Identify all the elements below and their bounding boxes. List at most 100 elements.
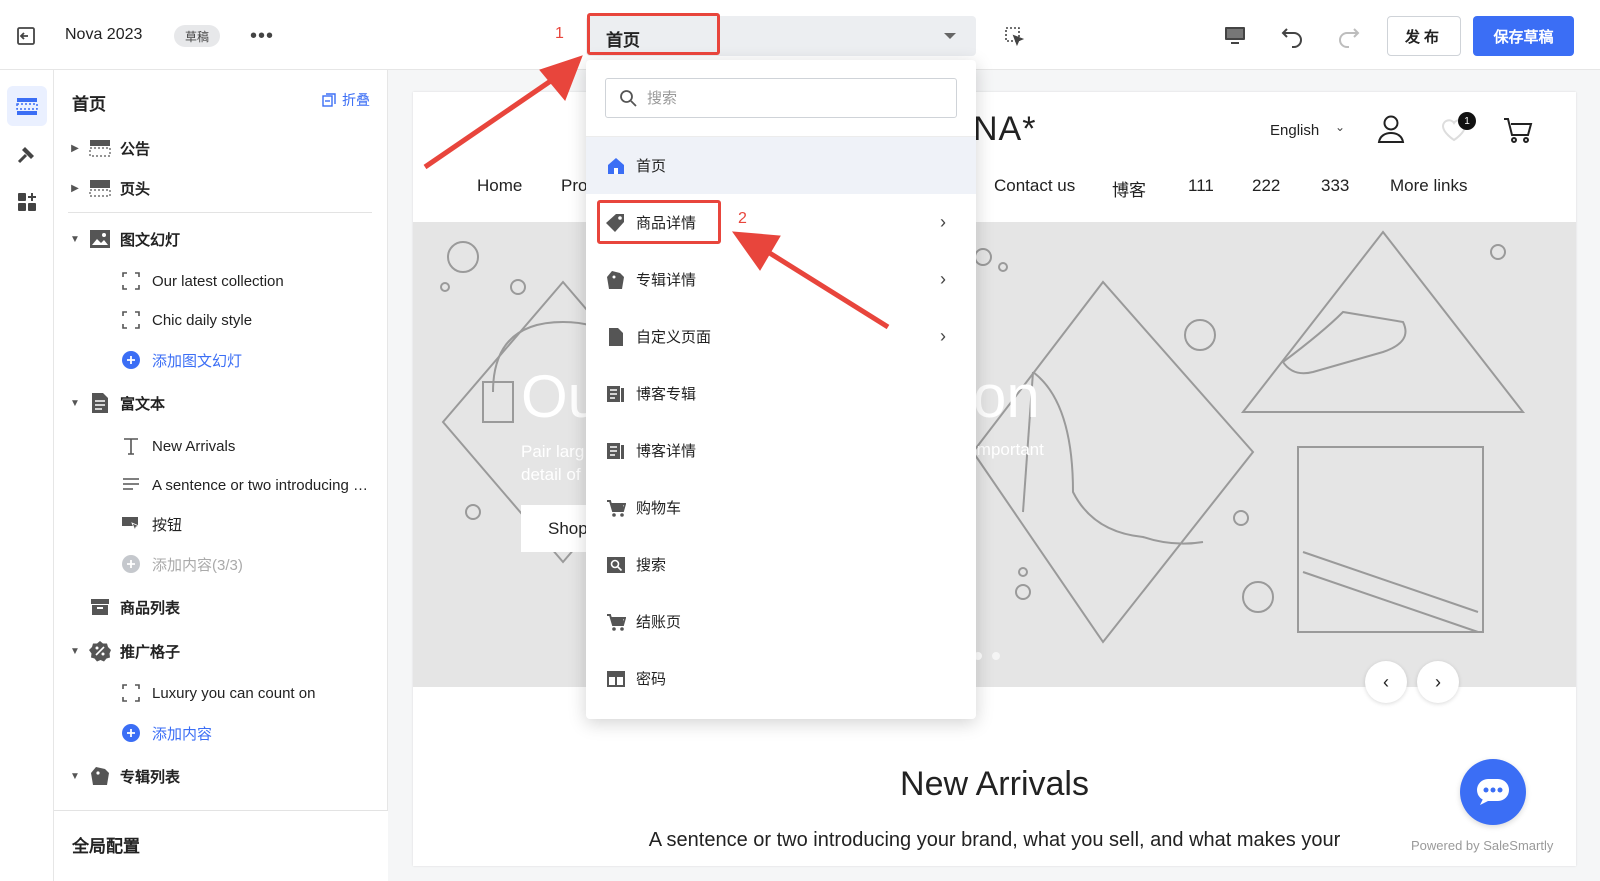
expand-arrow-icon[interactable]: ▶ <box>70 183 80 194</box>
tree-item-slideshow[interactable]: ▼ 图文幻灯 <box>54 221 388 257</box>
collapse-arrow-icon[interactable]: ▼ <box>70 771 80 782</box>
tree-item-label: 添加内容(3/3) <box>152 556 243 574</box>
cart-icon[interactable] <box>1503 116 1533 148</box>
page-option-label: 购物车 <box>636 500 682 517</box>
prev-slide-button[interactable]: ‹ <box>1365 661 1407 703</box>
nav-link-products[interactable]: Pro <box>561 176 587 196</box>
chat-widget-button[interactable] <box>1460 759 1526 825</box>
collapse-all-button[interactable]: 折叠 <box>322 90 370 110</box>
tree-item-label: 按钮 <box>152 516 183 534</box>
hero-subtitle-line: detail of <box>521 465 581 484</box>
slide-dot[interactable] <box>992 652 1000 660</box>
add-circle-icon <box>120 722 142 744</box>
tree-item-label: 添加图文幻灯 <box>152 352 243 370</box>
store-logo[interactable]: NA* <box>973 110 1036 149</box>
publish-button[interactable]: 发布 <box>1387 16 1461 56</box>
account-icon[interactable] <box>1377 114 1405 148</box>
page-search-input[interactable] <box>647 89 947 107</box>
add-content-button[interactable]: 添加内容 <box>54 715 388 751</box>
desktop-preview-icon[interactable] <box>1220 21 1250 51</box>
page-option-blog-detail[interactable]: 博客详情 <box>586 422 976 479</box>
tree-item-promotion-block[interactable]: Luxury you can count on <box>54 675 388 711</box>
hero-subtitle: Pair larg detail of <box>521 440 584 486</box>
undo-icon[interactable] <box>1278 21 1308 51</box>
tree-item-label: Luxury you can count on <box>152 684 316 702</box>
add-slide-button[interactable]: 添加图文幻灯 <box>54 342 388 378</box>
block-icon <box>120 309 142 331</box>
nav-link-333[interactable]: 333 <box>1321 176 1349 196</box>
divider <box>68 212 372 213</box>
exit-editor-icon[interactable] <box>12 22 40 50</box>
panel-title: 首页 <box>72 95 106 114</box>
nav-link-contact[interactable]: Contact us <box>994 176 1075 196</box>
element-select-icon[interactable] <box>1000 22 1028 50</box>
nav-link-more[interactable]: More links <box>1390 176 1467 196</box>
tree-item-product-list[interactable]: 商品列表 <box>54 589 388 625</box>
theme-settings-icon[interactable] <box>7 134 47 174</box>
tree-item-button[interactable]: 按钮 <box>54 506 388 542</box>
slide-indicators[interactable] <box>974 652 1000 660</box>
tree-item-label: 页头 <box>120 180 151 198</box>
collapse-arrow-icon[interactable]: ▼ <box>70 398 80 409</box>
blog-icon <box>605 440 627 462</box>
annotation-highlight-box <box>587 13 720 55</box>
page-option-cart[interactable]: 购物车 <box>586 479 976 536</box>
nav-link-222[interactable]: 222 <box>1252 176 1280 196</box>
more-options-icon[interactable]: ••• <box>248 22 276 50</box>
save-draft-button[interactable]: 保存草稿 <box>1473 16 1574 56</box>
tree-item-rich-text[interactable]: ▼ 富文本 <box>54 385 388 421</box>
nav-link-111[interactable]: 111 <box>1188 176 1214 196</box>
page-option-label: 博客专辑 <box>636 386 697 403</box>
home-icon <box>605 155 627 177</box>
apps-icon[interactable] <box>7 182 47 222</box>
tree-item-slide[interactable]: Chic daily style <box>54 302 388 338</box>
collapse-arrow-icon[interactable]: ▼ <box>70 234 80 245</box>
page-option-home[interactable]: 首页 <box>586 137 976 194</box>
sections-icon[interactable] <box>7 86 47 126</box>
tree-item-label: 添加内容 <box>152 725 213 743</box>
tree-item-slide[interactable]: Our latest collection <box>54 263 388 299</box>
collection-list-icon <box>88 764 112 788</box>
page-option-label: 首页 <box>636 158 667 175</box>
blog-icon <box>605 383 627 405</box>
image-slideshow-icon <box>88 227 112 251</box>
nav-link-home[interactable]: Home <box>477 176 522 196</box>
chevron-right-icon: › <box>940 269 946 289</box>
next-slide-button[interactable]: › <box>1417 661 1459 703</box>
global-settings[interactable]: 全局配置 <box>54 810 388 881</box>
tree-item-label: Chic daily style <box>152 311 253 329</box>
nav-link-blog[interactable]: 博客 <box>1112 176 1146 201</box>
collapse-arrow-icon[interactable]: ▼ <box>70 646 80 657</box>
page-option-checkout[interactable]: 结账页 <box>586 593 976 650</box>
page-option-custom-page[interactable]: 自定义页面 › <box>586 308 976 365</box>
redo-icon[interactable] <box>1333 21 1363 51</box>
draft-status-badge: 草稿 <box>174 25 220 47</box>
wishlist-count-badge: 1 <box>1458 112 1476 130</box>
rich-text-icon <box>88 391 112 415</box>
checkout-icon <box>605 611 627 633</box>
page-option-search[interactable]: 搜索 <box>586 536 976 593</box>
new-arrivals-subtitle: A sentence or two introducing your brand… <box>648 829 1341 851</box>
block-icon <box>120 270 142 292</box>
expand-arrow-icon[interactable]: ▶ <box>70 143 80 154</box>
paragraph-icon <box>120 474 142 496</box>
hero-subtitle-line: Pair larg <box>521 442 585 461</box>
tree-item-announcement[interactable]: ▶ 公告 <box>54 130 388 166</box>
page-option-label: 搜索 <box>636 557 667 574</box>
annotation-step-number: 1 <box>555 25 564 42</box>
page-search-field[interactable] <box>605 78 957 118</box>
tree-item-collection-list[interactable]: ▼ 专辑列表 <box>54 758 388 794</box>
page-option-collection-detail[interactable]: 专辑详情 › <box>586 251 976 308</box>
language-selector[interactable]: English <box>1270 122 1319 139</box>
tree-item-header[interactable]: ▶ 页头 <box>54 170 388 206</box>
tree-item-promotion[interactable]: ▼ 推广格子 <box>54 633 388 669</box>
page-option-password[interactable]: 密码 <box>586 650 976 707</box>
announcement-bar-icon <box>88 136 112 160</box>
search-icon <box>620 90 637 107</box>
tree-item-label: 公告 <box>120 140 151 158</box>
page-option-blog-collection[interactable]: 博客专辑 <box>586 365 976 422</box>
tree-item-heading[interactable]: New Arrivals <box>54 428 388 464</box>
annotation-step-number: 2 <box>738 210 747 227</box>
tree-item-paragraph[interactable]: A sentence or two introducing your brand… <box>54 467 388 503</box>
left-rail <box>0 70 54 881</box>
